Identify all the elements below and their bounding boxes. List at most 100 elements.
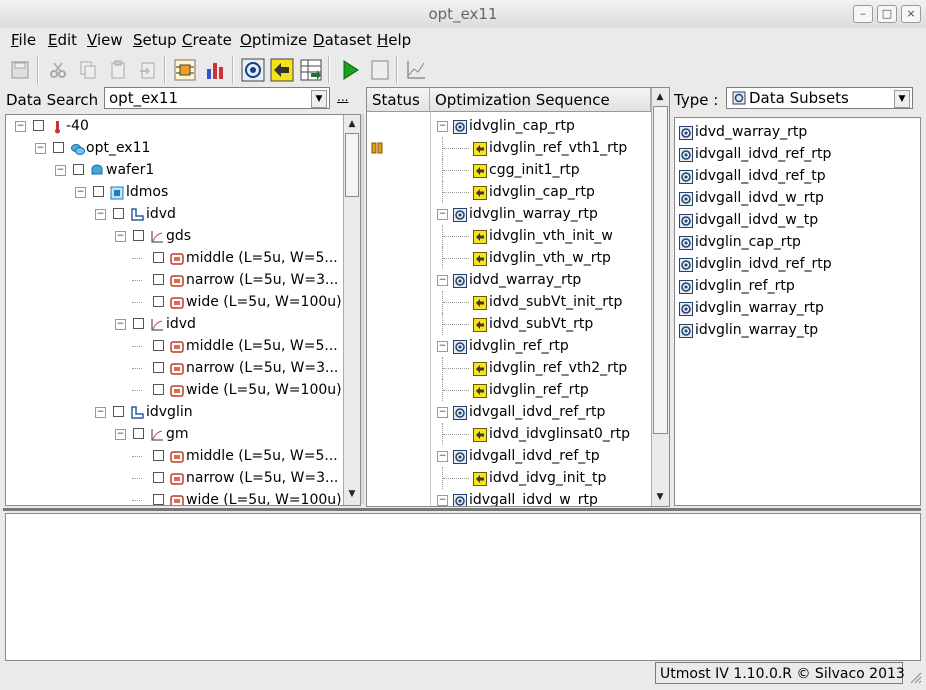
bar-chart-icon[interactable] [203, 58, 227, 82]
sequence-row[interactable]: idvd_idvglinsat0_rtp [431, 423, 651, 445]
tree-row[interactable]: wide (L=5u, W=100u) [6, 291, 342, 313]
sequence-row[interactable]: cgg_init1_rtp [431, 159, 651, 181]
minimize-button[interactable]: – [853, 5, 873, 23]
tree-row[interactable]: − ldmos [6, 181, 341, 203]
sequence-row[interactable]: idvd_idvg_init_tp [431, 467, 651, 489]
scroll-thumb[interactable] [345, 133, 359, 197]
scroll-down-icon[interactable]: ▼ [653, 490, 667, 504]
tree-checkbox[interactable] [53, 142, 64, 153]
tree-checkbox[interactable] [153, 472, 164, 483]
tree-row[interactable]: − wafer1 [6, 159, 341, 181]
data-subset-item[interactable]: idvgall_idvd_w_tp [677, 209, 915, 231]
sequence-scrollbar[interactable]: ▲ ▼ [651, 88, 669, 506]
expander-icon[interactable]: − [115, 231, 126, 242]
sequence-row[interactable]: − idvglin_warray_rtp [431, 203, 651, 225]
scroll-up-icon[interactable]: ▲ [345, 117, 359, 131]
tree-row[interactable]: − -40 [6, 115, 341, 137]
expander-icon[interactable]: − [75, 187, 86, 198]
sequence-row[interactable]: − idvgall_idvd_ref_tp [431, 445, 651, 467]
data-subset-list[interactable]: idvd_warray_rtp idvgall_idvd_ref_rtp idvga… [674, 117, 921, 506]
copy-icon[interactable] [76, 58, 100, 82]
data-subset-item[interactable]: idvglin_idvd_ref_rtp [677, 253, 915, 275]
expander-icon[interactable]: − [437, 275, 448, 286]
tree-row[interactable]: − idvd [6, 313, 341, 335]
expander-icon[interactable]: − [35, 143, 46, 154]
sequence-row[interactable]: idvd_subVt_rtp [431, 313, 651, 335]
dropdown-arrow-icon[interactable]: ▼ [894, 90, 910, 108]
tree-checkbox[interactable] [113, 208, 124, 219]
sequence-row[interactable]: idvglin_ref_rtp [431, 379, 651, 401]
data-subset-item[interactable]: idvglin_ref_rtp [677, 275, 915, 297]
sequence-row[interactable]: − idvgall_idvd_ref_rtp [431, 401, 651, 423]
tree-row[interactable]: wide (L=5u, W=100u) [6, 489, 342, 505]
type-combo[interactable]: Data Subsets ▼ [726, 87, 913, 109]
tree-checkbox[interactable] [153, 296, 164, 307]
tree-checkbox[interactable] [93, 186, 104, 197]
tree-checkbox[interactable] [33, 120, 44, 131]
splitter-bottom[interactable] [3, 508, 921, 511]
sequence-row[interactable]: − idvglin_cap_rtp [431, 115, 651, 137]
tree-row[interactable]: wide (L=5u, W=100u) [6, 379, 342, 401]
play-icon[interactable] [338, 58, 362, 82]
scroll-thumb[interactable] [653, 106, 668, 434]
tree-row[interactable]: narrow (L=5u, W=3... [6, 467, 341, 489]
expander-icon[interactable]: − [437, 341, 448, 352]
target-icon[interactable] [241, 58, 265, 82]
expander-icon[interactable]: − [115, 429, 126, 440]
expander-icon[interactable]: − [437, 121, 448, 132]
sequence-row[interactable]: − idvd_warray_rtp [431, 269, 651, 291]
expander-icon[interactable]: − [437, 451, 448, 462]
sequence-row[interactable]: idvglin_ref_vth2_rtp [431, 357, 651, 379]
data-subset-item[interactable]: idvgall_idvd_ref_rtp [677, 143, 915, 165]
tree-checkbox[interactable] [133, 428, 144, 439]
paste-special-icon[interactable] [136, 58, 160, 82]
splitter-left[interactable] [361, 114, 364, 504]
optimization-panel[interactable]: Status Optimization Sequence ▲ ▼ − idvgli… [366, 87, 670, 507]
tree-row[interactable]: middle (L=5u, W=5... [6, 247, 341, 269]
expander-icon[interactable]: − [437, 209, 448, 220]
table-import-icon[interactable] [299, 58, 323, 82]
tree-checkbox[interactable] [153, 274, 164, 285]
data-subset-item[interactable]: idvglin_cap_rtp [677, 231, 915, 253]
data-subset-item[interactable]: idvd_warray_rtp [677, 121, 915, 143]
tree-checkbox[interactable] [153, 340, 164, 351]
menu-view[interactable]: View [87, 31, 123, 49]
scroll-up-icon[interactable]: ▲ [653, 90, 667, 104]
expander-icon[interactable]: − [115, 319, 126, 330]
tree-checkbox[interactable] [133, 230, 144, 241]
tree-checkbox[interactable] [153, 362, 164, 373]
expander-icon[interactable]: − [95, 407, 106, 418]
tree-row[interactable]: − idvglin [6, 401, 341, 423]
tree-row[interactable]: middle (L=5u, W=5... [6, 335, 341, 357]
data-subset-item[interactable]: idvgall_idvd_ref_tp [677, 165, 915, 187]
tree-row[interactable]: − opt_ex11 [6, 137, 341, 159]
expander-icon[interactable]: − [437, 407, 448, 418]
tree-checkbox[interactable] [153, 494, 164, 505]
paste-icon[interactable] [106, 58, 130, 82]
data-subset-item[interactable]: idvglin_warray_rtp [677, 297, 915, 319]
tree-checkbox[interactable] [153, 450, 164, 461]
menu-create[interactable]: Create [182, 31, 232, 49]
menu-dataset[interactable]: Dataset [313, 31, 372, 49]
resize-grip-icon[interactable] [908, 670, 922, 684]
expander-icon[interactable]: − [95, 209, 106, 220]
sequence-row[interactable]: idvd_subVt_init_rtp [431, 291, 651, 313]
sequence-column-header[interactable]: Optimization Sequence [430, 88, 651, 112]
tree-row[interactable]: narrow (L=5u, W=3... [6, 269, 341, 291]
dropdown-arrow-icon[interactable]: ▼ [311, 90, 327, 108]
save-icon[interactable] [8, 58, 32, 82]
tree-checkbox[interactable] [113, 406, 124, 417]
sequence-row[interactable]: idvglin_ref_vth1_rtp [431, 137, 651, 159]
stop-icon[interactable] [368, 58, 392, 82]
data-subset-item[interactable]: idvglin_warray_tp [677, 319, 915, 341]
tree-checkbox[interactable] [153, 384, 164, 395]
expander-icon[interactable]: − [437, 495, 448, 506]
scroll-down-icon[interactable]: ▼ [345, 487, 359, 501]
output-pane[interactable] [5, 513, 921, 661]
tree-checkbox[interactable] [73, 164, 84, 175]
browse-button[interactable]: ... [337, 90, 348, 104]
close-button[interactable]: × [901, 5, 921, 23]
sequence-row[interactable]: idvglin_vth_init_w [431, 225, 651, 247]
menu-file[interactable]: File [11, 31, 36, 49]
maximize-button[interactable]: □ [877, 5, 897, 23]
